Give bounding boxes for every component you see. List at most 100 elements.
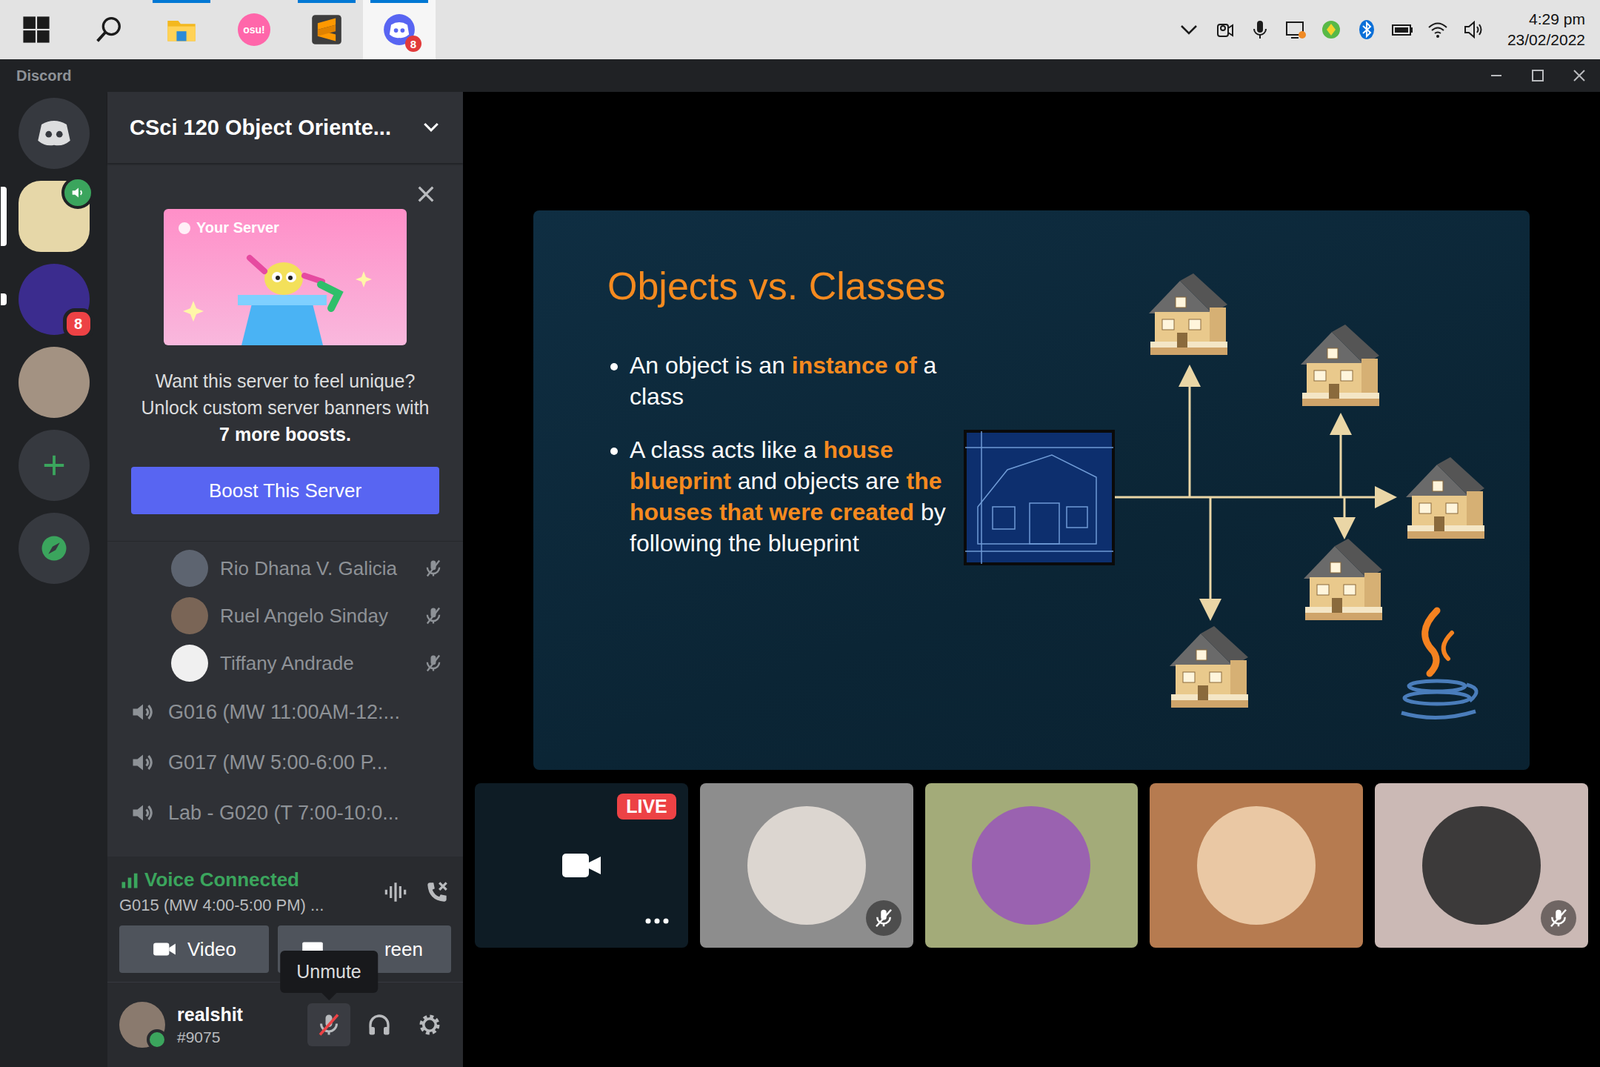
noise-suppression-icon[interactable]	[381, 877, 410, 906]
clock[interactable]: 4:29 pm 23/02/2022	[1500, 0, 1600, 60]
system-tray	[1177, 0, 1500, 60]
wifi-icon[interactable]	[1425, 17, 1450, 42]
chevron-down-icon	[420, 116, 443, 139]
discord-logo-icon	[32, 111, 76, 155]
participant-avatar	[1197, 805, 1316, 925]
voice-status[interactable]: Voice Connected	[119, 868, 369, 892]
app-tray-icon[interactable]	[1319, 17, 1343, 42]
username: realshit	[177, 1003, 300, 1026]
add-server-button[interactable]	[18, 429, 90, 501]
minimize-icon[interactable]	[1475, 59, 1518, 92]
taskbar-app[interactable]	[0, 0, 73, 60]
muted-badge	[1540, 900, 1577, 936]
slide-text: Objects vs. ClassesAn object is an insta…	[533, 210, 963, 559]
voice-channel[interactable]: Lab - G020 (T 7:00-10:0...	[107, 787, 463, 838]
tooltip: Unmute	[280, 950, 378, 993]
server-item[interactable]	[18, 180, 90, 252]
taskbar-app[interactable]: osu!	[217, 0, 291, 60]
notification-badge: 8	[405, 35, 422, 52]
voice-user[interactable]: Rio Dhana V. Galicia	[107, 544, 463, 592]
voice-status-row: Voice Connected G015 (MW 4:00-5:00 PM) ..…	[119, 868, 452, 915]
connector-lines	[1113, 368, 1393, 617]
taskbar-app[interactable]	[145, 0, 218, 60]
server-item[interactable]	[18, 346, 90, 418]
house-icon	[1405, 457, 1485, 539]
window-title: Discord	[0, 67, 72, 85]
user-avatar[interactable]	[119, 1001, 166, 1048]
settings-button[interactable]	[408, 1002, 452, 1046]
clock-time: 4:29 pm	[1528, 10, 1586, 29]
participant-tile[interactable]	[1149, 782, 1363, 948]
call-stage: Objects vs. ClassesAn object is an insta…	[462, 91, 1600, 1067]
server-icon[interactable]	[18, 346, 90, 418]
close-icon[interactable]	[414, 182, 438, 206]
video-icon	[151, 939, 178, 959]
user-name: Tiffany Andrade	[220, 651, 412, 675]
speaker-icon	[129, 698, 157, 726]
participant-tile[interactable]: LIVE	[474, 782, 689, 948]
voice-info: Voice Connected G015 (MW 4:00-5:00 PM) ..…	[119, 868, 369, 915]
participant-tile[interactable]	[925, 782, 1139, 948]
server-header[interactable]: CSci 120 Object Oriente...	[107, 91, 463, 163]
java-logo-icon	[1401, 610, 1477, 718]
headphones-icon	[365, 1011, 393, 1038]
user-avatar	[171, 549, 209, 587]
participant-tiles: LIVE	[462, 782, 1600, 948]
server-item[interactable]	[18, 429, 90, 501]
user-tag: #9075	[177, 1028, 300, 1046]
tooltip-text: Unmute	[296, 960, 362, 982]
deafen-button[interactable]	[357, 1002, 401, 1046]
boost-button[interactable]: Boost This Server	[131, 466, 440, 515]
participant-avatar	[1422, 805, 1541, 925]
participant-tile[interactable]	[1374, 782, 1589, 948]
voice-channel-name[interactable]: G015 (MW 4:00-5:00 PM) ...	[119, 895, 369, 915]
chevron-icon[interactable]	[1177, 17, 1201, 42]
clock-date: 23/02/2022	[1507, 31, 1586, 49]
bluetooth-icon[interactable]	[1354, 17, 1379, 42]
microphone-icon[interactable]	[1248, 17, 1272, 42]
voice-channel[interactable]: G017 (MW 5:00-6:00 P...	[107, 737, 463, 788]
voice-button[interactable]: Video	[119, 925, 269, 973]
voice-user[interactable]: Ruel Angelo Sinday	[107, 591, 463, 640]
channel-name: Lab - G020 (T 7:00-10:0...	[168, 801, 400, 825]
discord-app-icon: 8	[382, 13, 416, 46]
disconnect-icon[interactable]	[422, 877, 452, 906]
voice-status-text: Voice Connected	[144, 868, 300, 892]
boost-card: Your ServerWant this server to feel uniq…	[107, 162, 463, 542]
battery-icon[interactable]	[1390, 17, 1415, 42]
server-item[interactable]	[18, 512, 90, 584]
maximize-icon[interactable]	[1517, 59, 1559, 92]
bullet-segment: and objects are	[731, 467, 907, 495]
mute-button[interactable]: Unmute	[307, 1002, 351, 1046]
video-camera-icon	[560, 850, 603, 880]
server-item[interactable]: 8	[18, 263, 90, 335]
more-options-icon[interactable]	[643, 916, 671, 926]
windows-icon	[20, 13, 53, 46]
house-icon	[1148, 273, 1228, 355]
voice-channel[interactable]: G016 (MW 11:00AM-12:...	[107, 686, 463, 738]
house-icon	[1300, 324, 1380, 406]
participant-tile[interactable]	[700, 782, 914, 948]
voice-button-label: Video	[187, 937, 237, 961]
explore-button[interactable]	[18, 512, 90, 584]
screen-record-icon[interactable]	[1283, 17, 1308, 42]
blueprint-icon	[965, 431, 1114, 564]
voice-user[interactable]: Tiffany Andrade	[107, 639, 463, 687]
home-button[interactable]	[18, 97, 90, 169]
close-icon[interactable]	[1558, 59, 1600, 92]
participant-avatar	[747, 805, 866, 925]
plus-icon	[37, 448, 71, 482]
taskbar-app[interactable]: 8	[362, 0, 436, 60]
camera-icon[interactable]	[1212, 17, 1237, 42]
live-badge: LIVE	[617, 793, 677, 820]
taskbar-app[interactable]	[290, 0, 363, 60]
taskbar: osu! 8 4:29 pm 23/02/2022	[0, 0, 1600, 60]
volume-icon[interactable]	[1461, 17, 1486, 42]
taskbar-app[interactable]	[72, 0, 146, 60]
server-item[interactable]	[18, 97, 90, 169]
voice-button-label: reen	[384, 937, 423, 961]
shared-slide[interactable]: Objects vs. ClassesAn object is an insta…	[533, 210, 1530, 770]
user-name: Ruel Angelo Sinday	[220, 604, 412, 628]
server-indicator	[0, 293, 7, 306]
muted-mic-icon	[315, 1011, 343, 1038]
